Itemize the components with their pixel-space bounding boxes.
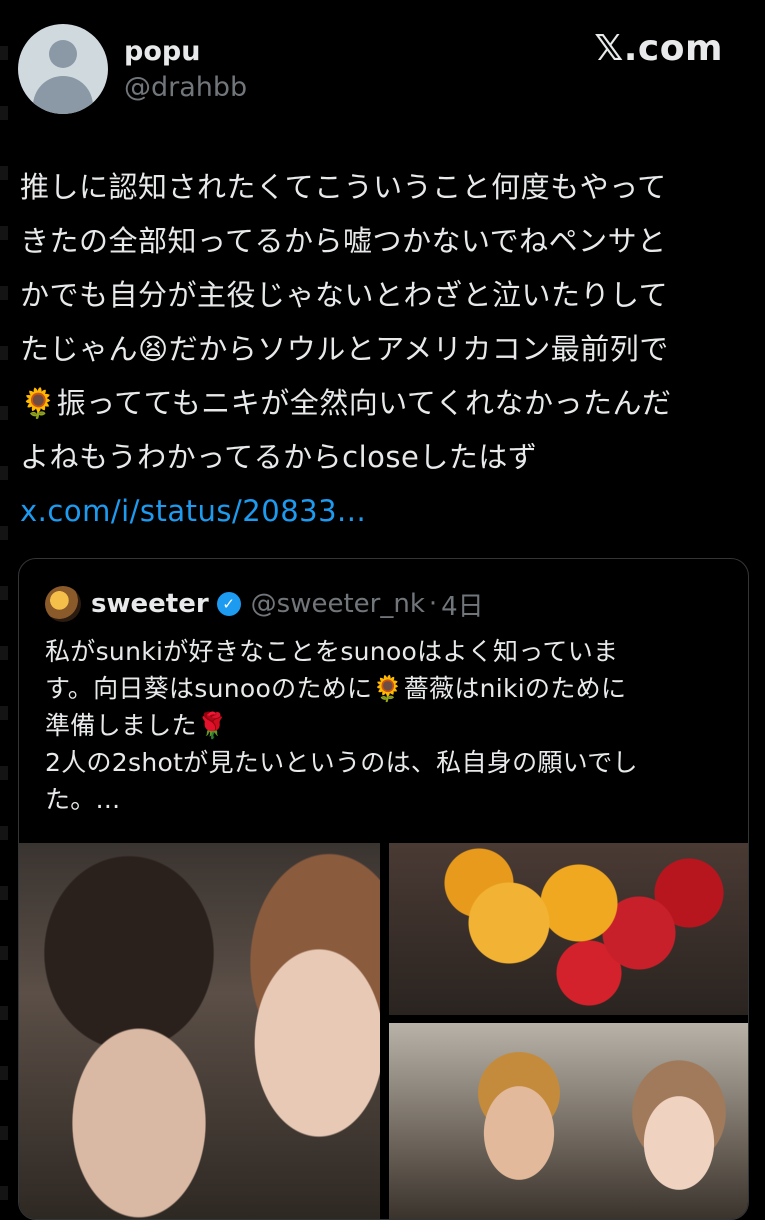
quoted-text-line: た。... <box>45 785 121 814</box>
post-text-line: 推しに認知されたくてこういうこと何度もやって <box>20 170 667 204</box>
quoted-post-text: 私がsunkiが好きなことをsunooはよく知っていま す。向日葵はsunooのた… <box>45 633 725 818</box>
avatar-placeholder-head <box>49 40 77 68</box>
x-logo-brand: 𝕏.com <box>594 28 723 69</box>
post-header: popu @drahbb 𝕏.com <box>0 0 765 130</box>
media-photo-flowers[interactable] <box>389 843 748 1015</box>
background-edge <box>0 0 8 1200</box>
user-handle[interactable]: @drahbb <box>124 72 247 103</box>
quoted-text-line: す。向日葵はsunooのために🌻薔薇はnikiのために <box>45 674 627 703</box>
quoted-avatar[interactable] <box>45 586 81 622</box>
separator-dot: · <box>428 589 438 619</box>
media-grid <box>19 843 748 1219</box>
post-text-line: きたの全部知ってるから嘘つかないでねペンサと <box>20 224 667 258</box>
quoted-user-handle[interactable]: @sweeter_nk <box>251 589 425 619</box>
quoted-display-name[interactable]: sweeter <box>91 589 209 619</box>
status-link[interactable]: x.com/i/status/20833... <box>20 484 740 538</box>
avatar-placeholder-body <box>33 76 93 114</box>
quoted-text-line: 2人の2shotが見たいというのは、私自身の願いでし <box>45 748 638 777</box>
quoted-post-card[interactable]: sweeter ✓ @sweeter_nk · 4日 私がsunkiが好きなこと… <box>18 558 749 1220</box>
quoted-timestamp[interactable]: 4日 <box>441 586 484 623</box>
post-text-line: よねもうわかってるからcloseしたはず <box>20 440 538 474</box>
media-photo-twoshot[interactable] <box>389 1023 748 1219</box>
post-text-line: 🌻振っててもニキが全然向いてくれなかったんだ <box>20 386 672 420</box>
post-text-line: たじゃん😫だからソウルとアメリカコン最前列で <box>20 332 669 366</box>
quoted-post-header: sweeter ✓ @sweeter_nk · 4日 <box>45 585 484 623</box>
quoted-text-line: 私がsunkiが好きなことをsunooはよく知っていま <box>45 637 619 666</box>
avatar[interactable] <box>18 24 108 114</box>
display-name[interactable]: popu <box>124 36 200 67</box>
media-photo-selfie[interactable] <box>19 843 380 1219</box>
verified-badge-icon: ✓ <box>216 592 241 616</box>
quoted-text-line: 準備しました🌹 <box>45 711 229 740</box>
post-text: 推しに認知されたくてこういうこと何度もやって きたの全部知ってるから嘘つかないでね… <box>20 160 740 538</box>
post-text-line: かでも自分が主役じゃないとわざと泣いたりして <box>20 278 669 312</box>
